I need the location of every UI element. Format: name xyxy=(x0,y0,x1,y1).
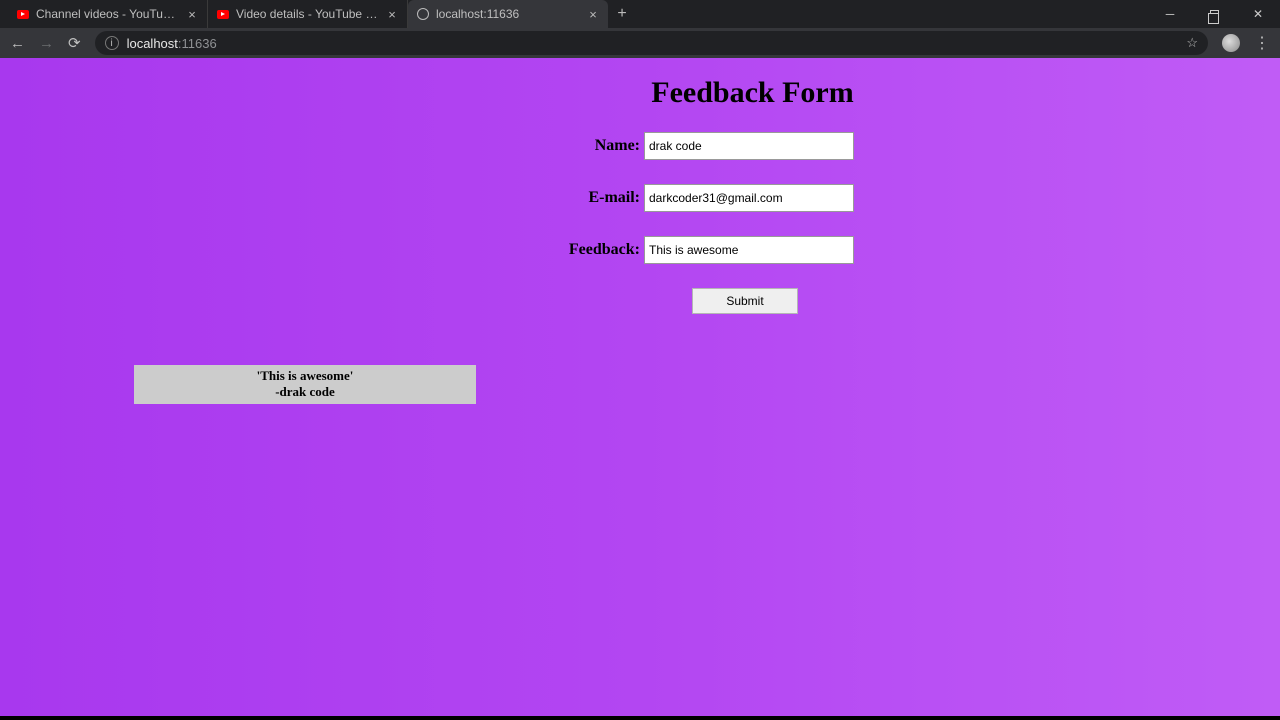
close-window-button[interactable]: ✕ xyxy=(1236,0,1280,28)
reload-button[interactable]: ⟳ xyxy=(68,34,81,52)
submit-button[interactable]: Submit xyxy=(692,288,798,314)
forward-button[interactable]: → xyxy=(39,35,54,52)
site-info-icon[interactable]: i xyxy=(105,36,119,50)
menu-icon[interactable]: ⋮ xyxy=(1254,33,1270,53)
close-icon[interactable]: × xyxy=(586,7,600,22)
tab-youtube-channel[interactable]: Channel videos - YouTube Studio × xyxy=(8,0,208,28)
globe-icon xyxy=(416,7,430,21)
tab-title: Channel videos - YouTube Studio xyxy=(36,7,179,21)
tab-youtube-video[interactable]: Video details - YouTube Studio × xyxy=(208,0,408,28)
page-viewport: Feedback Form Name: E-mail: Feedback: Su… xyxy=(0,58,1280,716)
url-host: localhost:11636 xyxy=(127,36,217,51)
profile-avatar[interactable] xyxy=(1222,34,1240,52)
minimize-button[interactable]: ─ xyxy=(1148,0,1192,28)
feedback-quote: 'This is awesome' xyxy=(134,368,476,384)
taskbar-edge xyxy=(0,716,1280,720)
tab-strip: Channel videos - YouTube Studio × Video … xyxy=(0,0,1280,28)
email-field[interactable] xyxy=(644,184,854,212)
tab-title: localhost:11636 xyxy=(436,7,580,21)
omnibox[interactable]: i localhost:11636 ☆ xyxy=(95,31,1208,55)
address-bar: ← → ⟳ i localhost:11636 ☆ ⋮ xyxy=(0,28,1280,58)
feedback-author: -drak code xyxy=(134,384,476,400)
feedback-field[interactable] xyxy=(644,236,854,264)
feedback-card: 'This is awesome' -drak code xyxy=(134,365,476,404)
youtube-icon xyxy=(216,7,230,21)
new-tab-button[interactable]: + xyxy=(608,0,636,28)
tab-localhost[interactable]: localhost:11636 × xyxy=(408,0,608,28)
back-button[interactable]: ← xyxy=(10,35,25,52)
close-icon[interactable]: × xyxy=(185,7,199,22)
maximize-button[interactable] xyxy=(1192,0,1236,28)
row-feedback: Feedback: xyxy=(550,236,1280,264)
page-title: Feedback Form xyxy=(225,76,1280,110)
name-label: Name: xyxy=(550,137,640,155)
name-field[interactable] xyxy=(644,132,854,160)
email-label: E-mail: xyxy=(550,189,640,207)
feedback-label: Feedback: xyxy=(550,241,640,259)
row-name: Name: xyxy=(550,132,1280,160)
window-controls: ─ ✕ xyxy=(1148,0,1280,28)
row-email: E-mail: xyxy=(550,184,1280,212)
youtube-icon xyxy=(16,7,30,21)
bookmark-icon[interactable]: ☆ xyxy=(1186,35,1198,51)
tab-title: Video details - YouTube Studio xyxy=(236,7,379,21)
close-icon[interactable]: × xyxy=(385,7,399,22)
